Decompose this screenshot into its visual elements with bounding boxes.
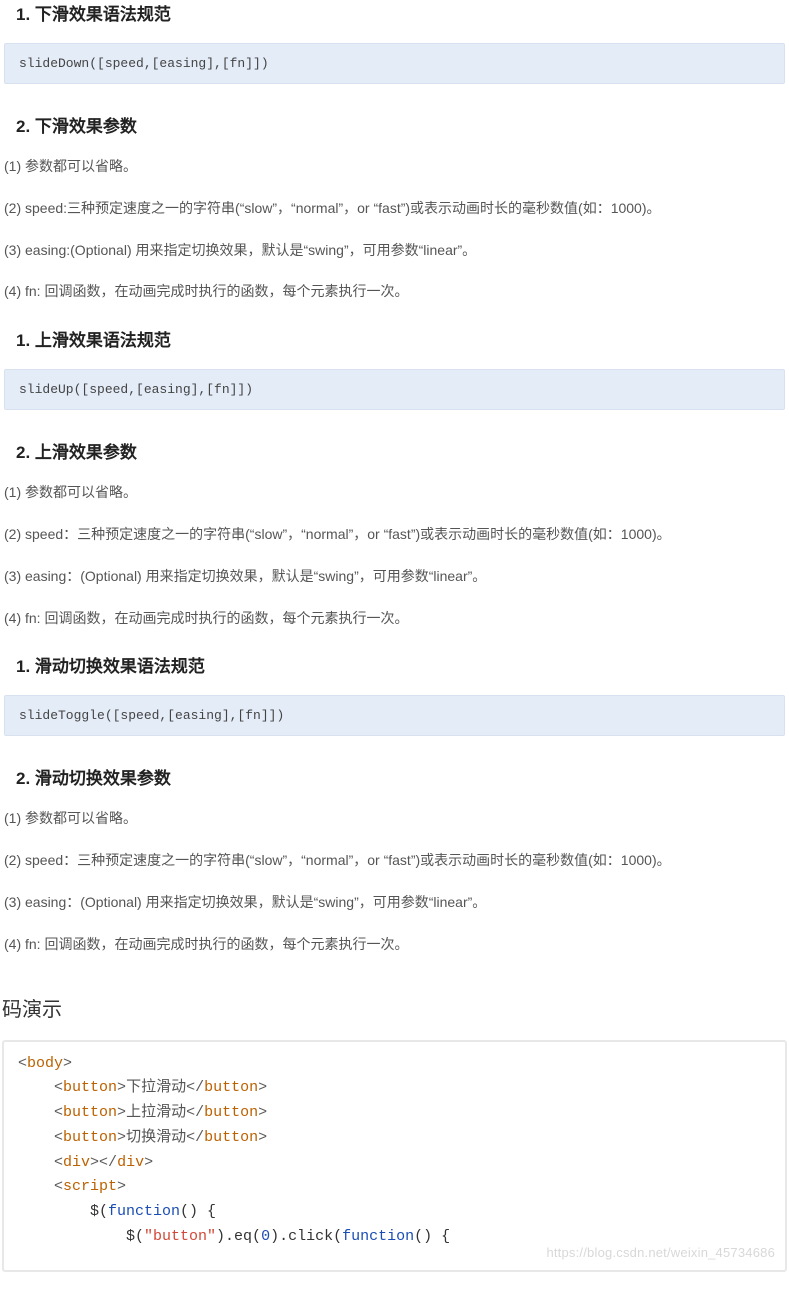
heading-slidedown-syntax: 1. 下滑效果语法规范 bbox=[16, 0, 787, 25]
slideup-param-3: (3) easing：(Optional) 用来指定切换效果，默认是“swing… bbox=[4, 565, 787, 589]
code-line-2: <button>上拉滑动</button> bbox=[18, 1101, 771, 1126]
heading-slideup-syntax: 1. 上滑效果语法规范 bbox=[16, 326, 787, 351]
heading-slideup-params: 2. 上滑效果参数 bbox=[16, 438, 787, 463]
code-line-6: $(function() { bbox=[18, 1200, 771, 1225]
slidedown-param-4: (4) fn: 回调函数，在动画完成时执行的函数，每个元素执行一次。 bbox=[4, 280, 787, 304]
heading-slidedown-params: 2. 下滑效果参数 bbox=[16, 112, 787, 137]
code-line-4: <div></div> bbox=[18, 1151, 771, 1176]
slideup-param-1: (1) 参数都可以省略。 bbox=[4, 481, 787, 505]
slidedown-param-1: (1) 参数都可以省略。 bbox=[4, 155, 787, 179]
code-line-3: <button>切换滑动</button> bbox=[18, 1126, 771, 1151]
code-editor: <body> <button>下拉滑动</button> <button>上拉滑… bbox=[2, 1040, 787, 1272]
demo-heading: 码演示 bbox=[2, 993, 787, 1022]
slidetoggle-param-1: (1) 参数都可以省略。 bbox=[4, 807, 787, 831]
slidetoggle-param-4: (4) fn: 回调函数，在动画完成时执行的函数，每个元素执行一次。 bbox=[4, 933, 787, 957]
slidedown-param-2: (2) speed:三种预定速度之一的字符串(“slow”，“normal”，o… bbox=[4, 197, 787, 221]
code-slidedown-syntax: slideDown([speed,[easing],[fn]]) bbox=[4, 43, 785, 84]
code-slidetoggle-syntax: slideToggle([speed,[easing],[fn]]) bbox=[4, 695, 785, 736]
code-slideup-syntax: slideUp([speed,[easing],[fn]]) bbox=[4, 369, 785, 410]
slideup-param-2: (2) speed：三种预定速度之一的字符串(“slow”，“normal”，o… bbox=[4, 523, 787, 547]
slidetoggle-param-2: (2) speed：三种预定速度之一的字符串(“slow”，“normal”，o… bbox=[4, 849, 787, 873]
heading-slidetoggle-syntax: 1. 滑动切换效果语法规范 bbox=[16, 652, 787, 677]
watermark-text: https://blog.csdn.net/weixin_45734686 bbox=[546, 1242, 775, 1263]
slidedown-param-3: (3) easing:(Optional) 用来指定切换效果，默认是“swing… bbox=[4, 239, 787, 263]
slidetoggle-param-3: (3) easing：(Optional) 用来指定切换效果，默认是“swing… bbox=[4, 891, 787, 915]
code-line-1: <button>下拉滑动</button> bbox=[18, 1076, 771, 1101]
code-line-0: <body> bbox=[18, 1052, 771, 1077]
code-line-5: <script> bbox=[18, 1175, 771, 1200]
slideup-param-4: (4) fn: 回调函数，在动画完成时执行的函数，每个元素执行一次。 bbox=[4, 607, 787, 631]
heading-slidetoggle-params: 2. 滑动切换效果参数 bbox=[16, 764, 787, 789]
